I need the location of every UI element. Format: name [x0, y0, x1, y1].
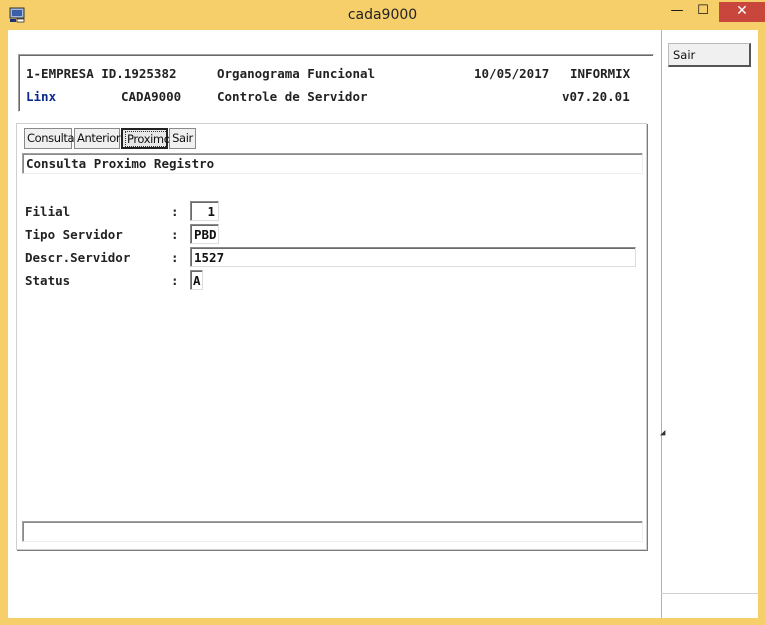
- program-code: CADA9000: [121, 89, 182, 104]
- splitter-handle-icon[interactable]: ◢: [660, 428, 665, 438]
- main-panel: [16, 123, 647, 550]
- message-bar: Consulta Proximo Registro: [22, 153, 643, 174]
- sair-side-button[interactable]: Sair: [668, 43, 751, 67]
- brand-name: Linx: [26, 89, 57, 104]
- close-button[interactable]: ✕: [719, 2, 765, 22]
- side-panel: [661, 30, 758, 618]
- side-divider: [661, 593, 758, 594]
- filial-label: Filial: [25, 204, 71, 219]
- tipo-servidor-colon: :: [171, 227, 179, 242]
- proximo-button[interactable]: Proximo: [121, 128, 173, 149]
- maximize-button[interactable]: ☐: [690, 2, 716, 22]
- status-field[interactable]: A: [190, 270, 203, 290]
- window-title: cada9000: [347, 7, 418, 23]
- current-date: 10/05/2017: [474, 66, 550, 81]
- proximo-label: Proximo: [125, 131, 173, 147]
- company-id: 1-EMPRESA ID.1925382: [26, 66, 177, 81]
- filial-field[interactable]: 1: [190, 201, 219, 221]
- module-name: Organograma Funcional: [217, 66, 376, 81]
- tipo-servidor-field[interactable]: PBD: [190, 224, 219, 244]
- screen-name: Controle de Servidor: [217, 89, 368, 104]
- minimize-button[interactable]: —: [664, 2, 690, 22]
- title-bar: cada9000 — ☐ ✕: [0, 0, 765, 30]
- status-bar: [22, 521, 643, 542]
- sair-toolbar-button[interactable]: Sair: [169, 128, 196, 149]
- descr-servidor-field[interactable]: 1527: [190, 247, 636, 267]
- descr-servidor-colon: :: [171, 250, 179, 265]
- header-box: 1-EMPRESA ID.1925382 Organograma Funcion…: [18, 54, 654, 112]
- anterior-button[interactable]: Anterior: [74, 128, 121, 149]
- status-label: Status: [25, 273, 71, 288]
- status-colon: :: [171, 273, 179, 288]
- client-area: 1-EMPRESA ID.1925382 Organograma Funcion…: [8, 30, 758, 618]
- database-name: INFORMIX: [570, 66, 631, 81]
- descr-servidor-label: Descr.Servidor: [25, 250, 131, 265]
- filial-colon: :: [171, 204, 179, 219]
- tipo-servidor-label: Tipo Servidor: [25, 227, 123, 242]
- consulta-button[interactable]: Consulta: [24, 128, 75, 149]
- version-label: v07.20.01: [562, 89, 630, 104]
